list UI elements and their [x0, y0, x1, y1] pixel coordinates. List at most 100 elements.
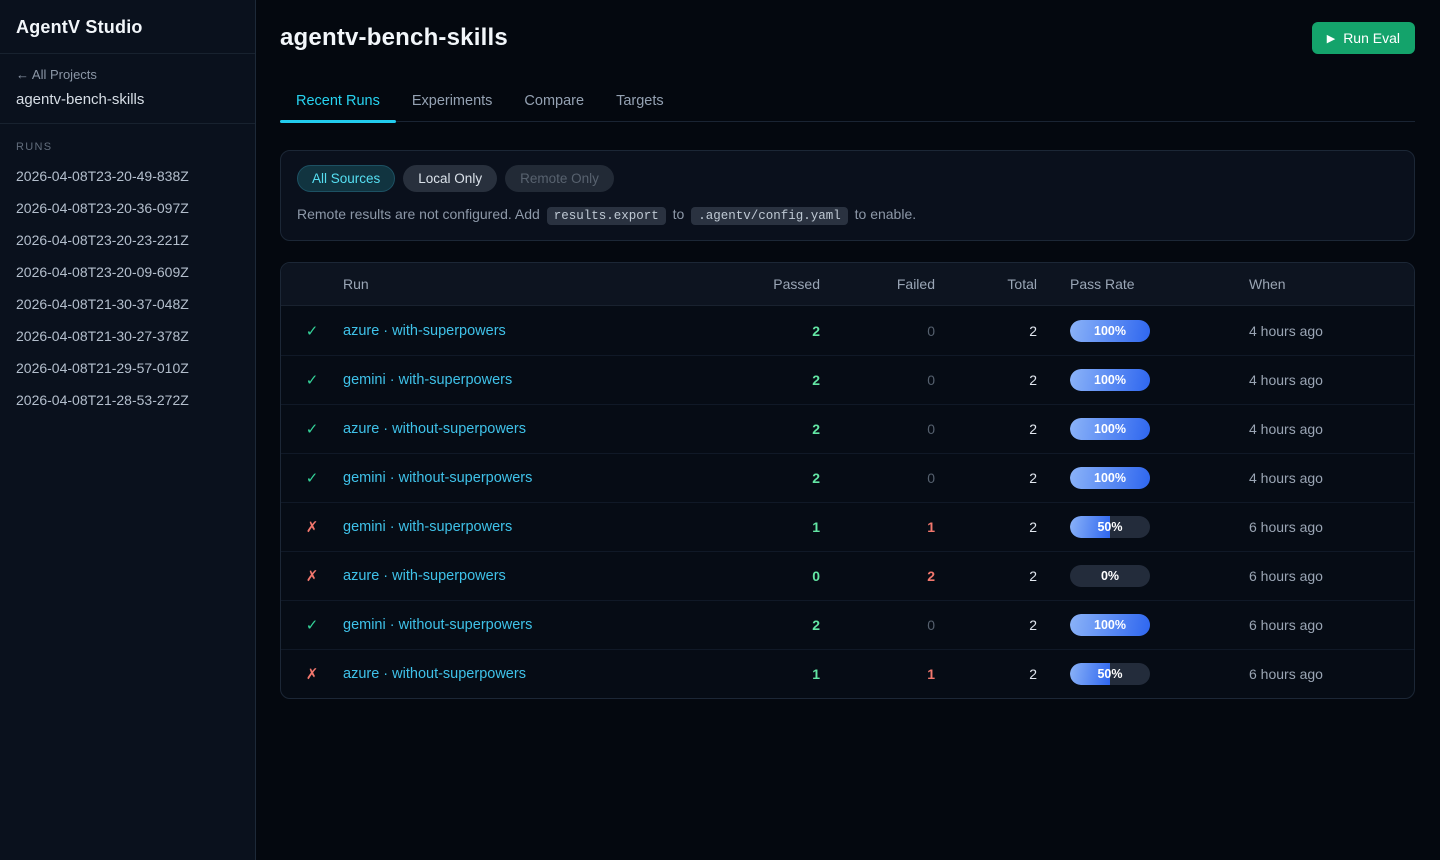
- total-count: 2: [935, 568, 1037, 584]
- pass-rate-cell: 100%: [1037, 614, 1227, 636]
- pass-rate-badge: 100%: [1070, 614, 1150, 636]
- run-link[interactable]: azure · with-superpowers: [343, 323, 710, 339]
- run-link[interactable]: azure · without-superpowers: [343, 421, 710, 437]
- all-projects-back-link[interactable]: ← All Projects: [16, 67, 239, 82]
- failed-count: 1: [820, 666, 935, 682]
- pass-rate-badge: 100%: [1070, 418, 1150, 440]
- run-list-item[interactable]: 2026-04-08T23-20-23-221Z: [0, 224, 255, 256]
- pass-rate-badge: 0%: [1070, 565, 1150, 587]
- pass-rate-badge: 100%: [1070, 467, 1150, 489]
- pass-rate-cell: 50%: [1037, 516, 1227, 538]
- run-list-item[interactable]: 2026-04-08T21-28-53-272Z: [0, 384, 255, 416]
- page-title: agentv-bench-skills: [280, 24, 508, 52]
- pass-rate-label: 0%: [1070, 565, 1150, 587]
- code-results-export: results.export: [547, 207, 666, 225]
- pass-rate-badge: 50%: [1070, 663, 1150, 685]
- total-count: 2: [935, 470, 1037, 486]
- pass-rate-cell: 100%: [1037, 369, 1227, 391]
- column-header-run: Run: [343, 276, 710, 292]
- run-list-item[interactable]: 2026-04-08T23-20-09-609Z: [0, 256, 255, 288]
- pass-rate-cell: 100%: [1037, 418, 1227, 440]
- code-config-yaml: .agentv/config.yaml: [691, 207, 848, 225]
- failed-count: 0: [820, 617, 935, 633]
- run-link[interactable]: azure · with-superpowers: [343, 568, 710, 584]
- table-body: ✓ azure · with-superpowers 2 0 2 100% 4 …: [281, 306, 1414, 698]
- pass-rate-cell: 0%: [1037, 565, 1227, 587]
- tab-recent-runs[interactable]: Recent Runs: [280, 84, 396, 121]
- failed-count: 0: [820, 421, 935, 437]
- when-cell: 6 hours ago: [1227, 666, 1414, 682]
- pass-rate-label: 100%: [1070, 320, 1150, 342]
- tab-bar: Recent Runs Experiments Compare Targets: [280, 84, 1415, 122]
- run-link[interactable]: azure · without-superpowers: [343, 666, 710, 682]
- status-check-icon: ✓: [281, 371, 343, 389]
- filter-local-only[interactable]: Local Only: [403, 165, 497, 192]
- passed-count: 2: [710, 323, 820, 339]
- total-count: 2: [935, 617, 1037, 633]
- note-middle: to: [673, 206, 685, 222]
- tab-targets[interactable]: Targets: [600, 84, 680, 121]
- status-x-icon: ✗: [281, 567, 343, 585]
- passed-count: 2: [710, 470, 820, 486]
- pass-rate-cell: 100%: [1037, 467, 1227, 489]
- passed-count: 2: [710, 617, 820, 633]
- when-cell: 6 hours ago: [1227, 617, 1414, 633]
- table-row: ✗ azure · without-superpowers 1 1 2 50% …: [281, 649, 1414, 698]
- tab-experiments[interactable]: Experiments: [396, 84, 509, 121]
- page-header: agentv-bench-skills ▶ Run Eval: [280, 0, 1415, 54]
- source-filter-card: All Sources Local Only Remote Only Remot…: [280, 150, 1415, 241]
- sidebar-project-name: agentv-bench-skills: [16, 91, 239, 108]
- run-eval-label: Run Eval: [1343, 30, 1400, 46]
- run-list-item[interactable]: 2026-04-08T21-30-37-048Z: [0, 288, 255, 320]
- run-list-item[interactable]: 2026-04-08T23-20-36-097Z: [0, 192, 255, 224]
- source-filter-pills: All Sources Local Only Remote Only: [297, 165, 1398, 192]
- failed-count: 0: [820, 470, 935, 486]
- run-list-item[interactable]: 2026-04-08T21-30-27-378Z: [0, 320, 255, 352]
- sidebar: AgentV Studio ← All Projects agentv-benc…: [0, 0, 256, 860]
- table-header-row: Run Passed Failed Total Pass Rate When: [281, 263, 1414, 306]
- column-header-passed: Passed: [710, 276, 820, 292]
- pass-rate-label: 100%: [1070, 418, 1150, 440]
- run-list: 2026-04-08T23-20-49-838Z 2026-04-08T23-2…: [0, 160, 255, 416]
- total-count: 2: [935, 666, 1037, 682]
- remote-config-note: Remote results are not configured. Add r…: [297, 206, 1398, 223]
- total-count: 2: [935, 323, 1037, 339]
- failed-count: 0: [820, 372, 935, 388]
- passed-count: 0: [710, 568, 820, 584]
- tab-compare[interactable]: Compare: [508, 84, 600, 121]
- column-header-failed: Failed: [820, 276, 935, 292]
- run-list-item[interactable]: 2026-04-08T21-29-57-010Z: [0, 352, 255, 384]
- when-cell: 4 hours ago: [1227, 470, 1414, 486]
- main-content: agentv-bench-skills ▶ Run Eval Recent Ru…: [256, 0, 1440, 860]
- run-link[interactable]: gemini · without-superpowers: [343, 617, 710, 633]
- pass-rate-label: 100%: [1070, 467, 1150, 489]
- column-header-total: Total: [935, 276, 1037, 292]
- app-title: AgentV Studio: [0, 0, 255, 54]
- status-check-icon: ✓: [281, 322, 343, 340]
- run-list-item[interactable]: 2026-04-08T23-20-49-838Z: [0, 160, 255, 192]
- run-link[interactable]: gemini · with-superpowers: [343, 519, 710, 535]
- pass-rate-badge: 100%: [1070, 320, 1150, 342]
- run-link[interactable]: gemini · with-superpowers: [343, 372, 710, 388]
- when-cell: 6 hours ago: [1227, 519, 1414, 535]
- runs-table: Run Passed Failed Total Pass Rate When ✓…: [280, 262, 1415, 699]
- table-row: ✓ azure · with-superpowers 2 0 2 100% 4 …: [281, 306, 1414, 355]
- filter-all-sources[interactable]: All Sources: [297, 165, 395, 192]
- failed-count: 2: [820, 568, 935, 584]
- pass-rate-cell: 100%: [1037, 320, 1227, 342]
- run-link[interactable]: gemini · without-superpowers: [343, 470, 710, 486]
- pass-rate-label: 50%: [1070, 516, 1150, 538]
- when-cell: 4 hours ago: [1227, 372, 1414, 388]
- failed-count: 0: [820, 323, 935, 339]
- when-cell: 6 hours ago: [1227, 568, 1414, 584]
- passed-count: 2: [710, 372, 820, 388]
- failed-count: 1: [820, 519, 935, 535]
- run-eval-button[interactable]: ▶ Run Eval: [1312, 22, 1415, 54]
- status-x-icon: ✗: [281, 518, 343, 536]
- total-count: 2: [935, 519, 1037, 535]
- table-row: ✓ azure · without-superpowers 2 0 2 100%…: [281, 404, 1414, 453]
- passed-count: 1: [710, 666, 820, 682]
- column-header-when: When: [1227, 276, 1414, 292]
- pass-rate-label: 100%: [1070, 614, 1150, 636]
- total-count: 2: [935, 372, 1037, 388]
